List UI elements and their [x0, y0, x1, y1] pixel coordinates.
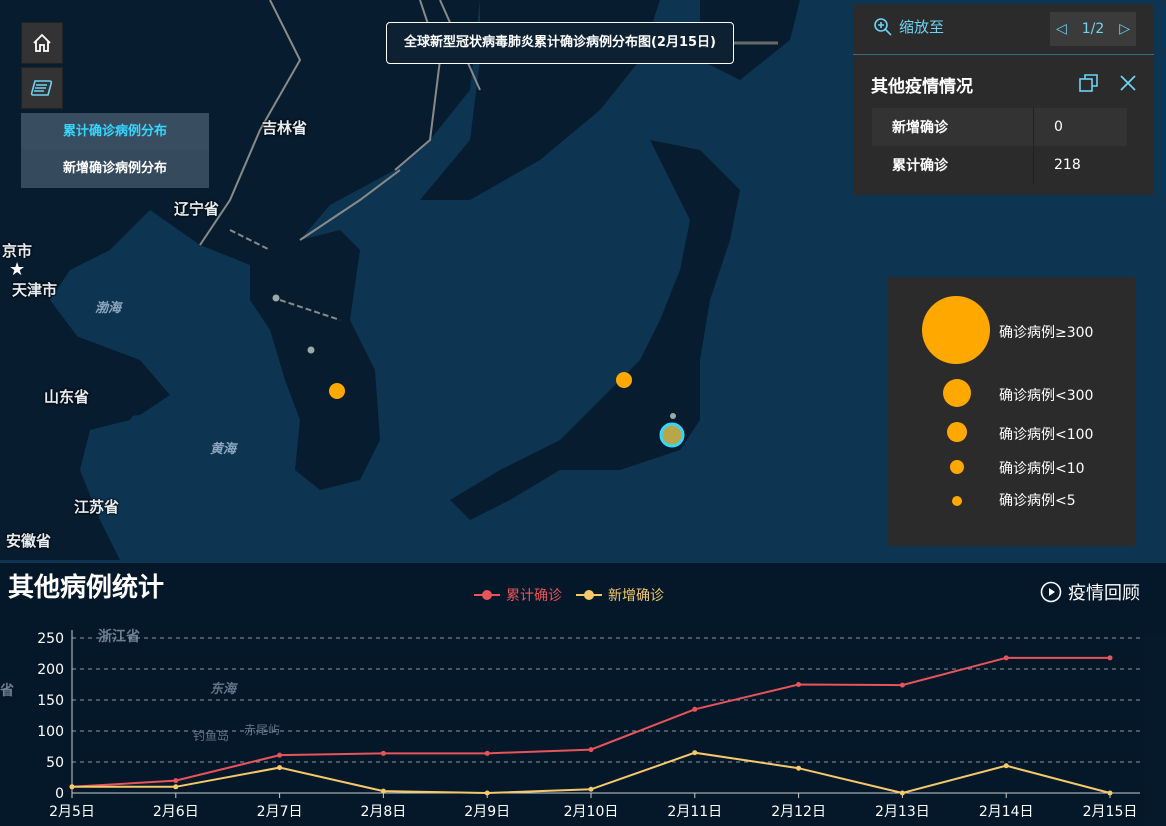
legend-dot-m [947, 422, 967, 442]
zoom-to-button[interactable]: 缩放至 [873, 16, 944, 37]
popup-title: 其他疫情情况 [871, 77, 973, 97]
data-point [899, 682, 905, 688]
map-label-tianjin: 天津市 [12, 281, 58, 299]
next-page-icon[interactable]: ▷ [1119, 21, 1130, 37]
map-label-jilin: 吉林省 [262, 119, 308, 137]
x-tick-label: 2月12日 [771, 804, 826, 820]
popup-header: 缩放至 ◁ 1/2 ▷ [853, 4, 1154, 55]
x-tick-label: 2月10日 [564, 804, 619, 820]
data-point [69, 784, 75, 790]
map-label-beijing: 京市 [2, 242, 33, 260]
data-point [899, 790, 905, 796]
x-tick-label: 2月5日 [49, 804, 95, 820]
row-value: 0 [1033, 108, 1127, 146]
layer-toggle-button[interactable] [21, 67, 63, 109]
scroll-icon [30, 80, 53, 96]
zoom-to-label: 缩放至 [899, 18, 945, 36]
x-tick-label: 2月7日 [257, 804, 303, 820]
data-point [692, 706, 698, 712]
row-value: 218 [1033, 146, 1127, 184]
data-point [1107, 655, 1113, 661]
data-point [588, 786, 594, 792]
map-label-bohai: 渤海 [95, 301, 122, 316]
data-point [484, 790, 490, 796]
data-point [380, 788, 386, 794]
x-tick-label: 2月8日 [360, 804, 406, 820]
data-point [588, 747, 594, 753]
legend-dot-xs [952, 496, 962, 506]
y-tick-label: 150 [37, 693, 64, 709]
data-point [484, 750, 490, 756]
data-point [173, 784, 179, 790]
data-point [692, 750, 698, 756]
map-label-huanghai: 黄海 [210, 442, 237, 457]
city-marker [307, 346, 315, 354]
case-point-japan[interactable] [616, 372, 632, 388]
map-title: 全球新型冠状病毒肺炎累计确诊病例分布图(2月15日) [386, 22, 734, 64]
size-legend: 确诊病例≥300 确诊病例<300 确诊病例<100 确诊病例<10 确诊病例<… [887, 277, 1135, 546]
x-tick-label: 2月14日 [979, 804, 1034, 820]
popup-table: 新增确诊 0 累计确诊 218 [872, 108, 1127, 184]
map-label-jiangsu: 江苏省 [74, 498, 120, 516]
map-label-shandong: 山东省 [44, 388, 90, 406]
popup-pager: ◁ 1/2 ▷ [1050, 12, 1136, 46]
legend-label: 确诊病例≥300 [999, 325, 1094, 341]
x-tick-label: 2月9日 [464, 804, 510, 820]
legend-label: 确诊病例<300 [999, 388, 1094, 404]
line-chart: 0 50 100 150 200 250 2月5日 2月6日 2月7日 2月8日 2月9日 2月10日… [37, 630, 1140, 820]
home-icon [33, 33, 51, 52]
x-tick-label: 2月6日 [153, 804, 199, 820]
y-tick-label: 200 [37, 662, 64, 678]
layer-list: 累计确诊病例分布 新增确诊病例分布 [21, 113, 209, 188]
legend-label: 确诊病例<10 [999, 461, 1085, 477]
data-point [1107, 790, 1113, 796]
legend-label: 确诊病例<100 [999, 427, 1094, 443]
city-marker [272, 294, 280, 302]
data-point [277, 765, 283, 771]
prev-page-icon[interactable]: ◁ [1056, 21, 1067, 37]
data-point [796, 682, 802, 687]
table-row: 新增确诊 0 [872, 108, 1127, 146]
legend-dot-l [943, 379, 971, 407]
data-point [277, 752, 283, 758]
y-tick-label: 100 [37, 724, 64, 740]
legend-label: 确诊病例<5 [999, 493, 1076, 509]
case-point-korea[interactable] [329, 383, 345, 399]
info-popup: 缩放至 ◁ 1/2 ▷ 其他疫情情况 新增确诊 0 累计确诊 218 [853, 4, 1154, 195]
data-point [380, 750, 386, 756]
legend-dot-xl [922, 296, 990, 364]
x-tick-label: 2月11日 [667, 804, 722, 820]
layer-item-cumulative[interactable]: 累计确诊病例分布 [21, 113, 209, 150]
x-tick-label: 2月15日 [1083, 804, 1138, 820]
page-indicator: 1/2 [1081, 21, 1105, 37]
layer-item-new[interactable]: 新增确诊病例分布 [21, 150, 209, 187]
capital-star-icon: ★ [9, 259, 25, 280]
stats-panel: 浙江省 东海 钓鱼岛 赤尾屿 省 其他病例统计 累计确诊 新增确诊 疫情回顾 0… [0, 563, 1166, 826]
row-key: 累计确诊 [872, 146, 1034, 184]
map-label-anhui: 安徽省 [6, 532, 52, 550]
y-tick-label: 250 [37, 631, 64, 647]
dock-icon[interactable] [1078, 72, 1100, 94]
table-row: 累计确诊 218 [872, 146, 1127, 184]
zoom-in-icon [874, 17, 892, 36]
y-tick-label: 50 [46, 755, 64, 771]
y-tick-label: 0 [55, 786, 64, 802]
home-button[interactable] [21, 22, 63, 64]
city-marker [670, 413, 676, 419]
data-point [173, 778, 179, 784]
data-point [1003, 763, 1009, 769]
map-label-liaoning: 辽宁省 [174, 200, 220, 218]
row-key: 新增确诊 [872, 108, 1034, 146]
close-icon[interactable] [1117, 72, 1139, 94]
series-line-0 [71, 656, 1110, 788]
data-point [1003, 655, 1009, 661]
data-point [796, 765, 802, 771]
x-tick-label: 2月13日 [875, 804, 930, 820]
legend-dot-s [950, 460, 964, 474]
case-point-selected[interactable] [659, 422, 685, 448]
